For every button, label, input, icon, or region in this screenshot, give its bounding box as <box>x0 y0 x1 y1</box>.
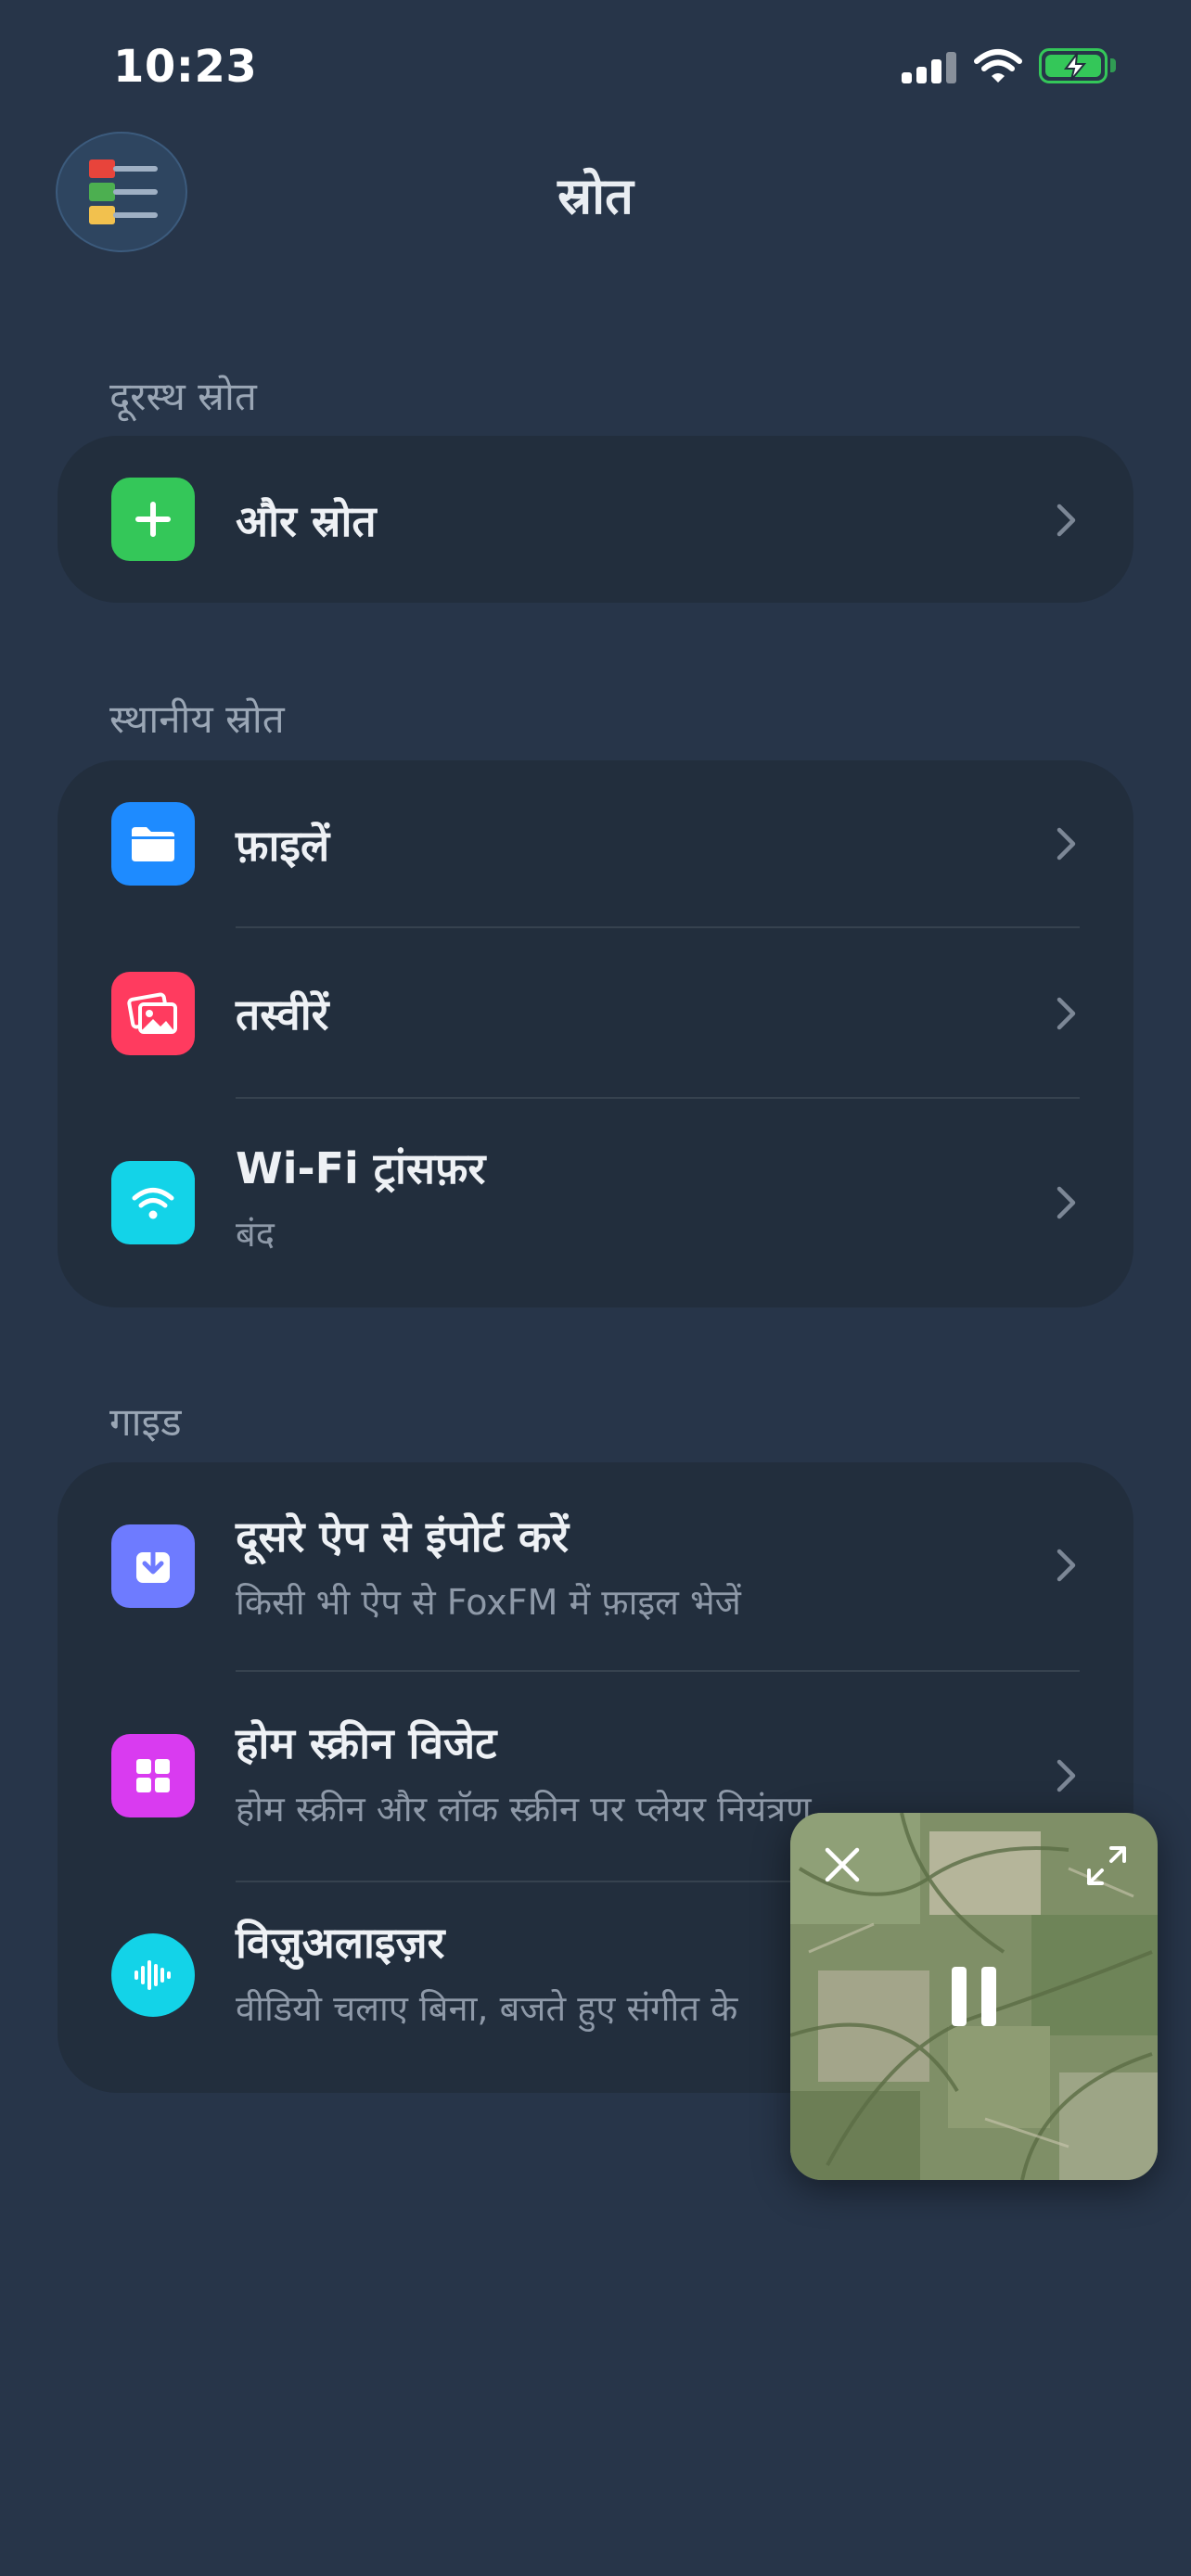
remote-sources-card: और स्रोत <box>58 436 1133 603</box>
section-label-local: स्थानीय स्रोत <box>109 696 285 742</box>
mini-player[interactable] <box>790 1813 1158 2180</box>
folder-icon <box>111 802 195 886</box>
import-icon <box>111 1524 195 1608</box>
page-title: स्रोत <box>557 167 634 225</box>
wifi-icon <box>111 1161 195 1244</box>
list-item-title: फ़ाइलें <box>236 821 330 871</box>
photos-icon <box>111 972 195 1055</box>
list-item-photos[interactable]: तस्वीरें <box>58 929 1133 1098</box>
waveform-icon <box>111 1933 195 2017</box>
list-item-subtitle: वीडियो चलाए बिना, बजते हुए संगीत के <box>236 1988 738 2029</box>
status-time: 10:23 <box>113 41 258 93</box>
chevron-right-icon <box>1057 1549 1076 1582</box>
chevron-right-icon <box>1057 997 1076 1030</box>
chevron-right-icon <box>1057 827 1076 861</box>
chevron-right-icon <box>1057 1759 1076 1792</box>
plus-icon <box>111 478 195 561</box>
cellular-signal-icon <box>902 50 957 83</box>
wifi-status-icon <box>974 49 1022 83</box>
list-item-title: विज़ुअलाइज़र <box>236 1918 445 1968</box>
list-item-title: तस्वीरें <box>236 989 329 1039</box>
list-item-title: Wi-Fi ट्रांसफ़र <box>236 1143 486 1193</box>
pause-icon[interactable] <box>944 1965 1004 2028</box>
list-item-title: और स्रोत <box>236 496 377 546</box>
section-label-remote: दूरस्थ स्रोत <box>109 374 257 419</box>
list-item-title: होम स्क्रीन विजेट <box>236 1718 497 1768</box>
section-label-guide: गाइड <box>109 1399 182 1445</box>
list-item-import[interactable]: दूसरे ऐप से इंपोर्ट करें किसी भी ऐप से F… <box>58 1462 1133 1671</box>
chevron-right-icon <box>1057 1186 1076 1219</box>
widget-grid-icon <box>111 1734 195 1817</box>
list-item-title: दूसरे ऐप से इंपोर्ट करें <box>236 1511 570 1562</box>
list-item-more-sources[interactable]: और स्रोत <box>58 436 1133 603</box>
list-item-subtitle: किसी भी ऐप से FoxFM में फ़ाइल भेजें <box>236 1582 741 1623</box>
close-icon[interactable] <box>824 1846 861 1883</box>
list-item-files[interactable]: फ़ाइलें <box>58 760 1133 927</box>
chevron-right-icon <box>1057 504 1076 537</box>
local-sources-card: फ़ाइलें तस्वीरें Wi-Fi ट्रांसफ़र बंद <box>58 760 1133 1307</box>
battery-icon <box>1039 48 1108 83</box>
list-item-wifi-transfer[interactable]: Wi-Fi ट्रांसफ़र बंद <box>58 1100 1133 1307</box>
expand-icon[interactable] <box>1085 1844 1128 1887</box>
list-item-subtitle: होम स्क्रीन और लॉक स्क्रीन पर प्लेयर निय… <box>236 1789 812 1830</box>
wifi-transfer-status: बंद <box>236 1214 275 1255</box>
